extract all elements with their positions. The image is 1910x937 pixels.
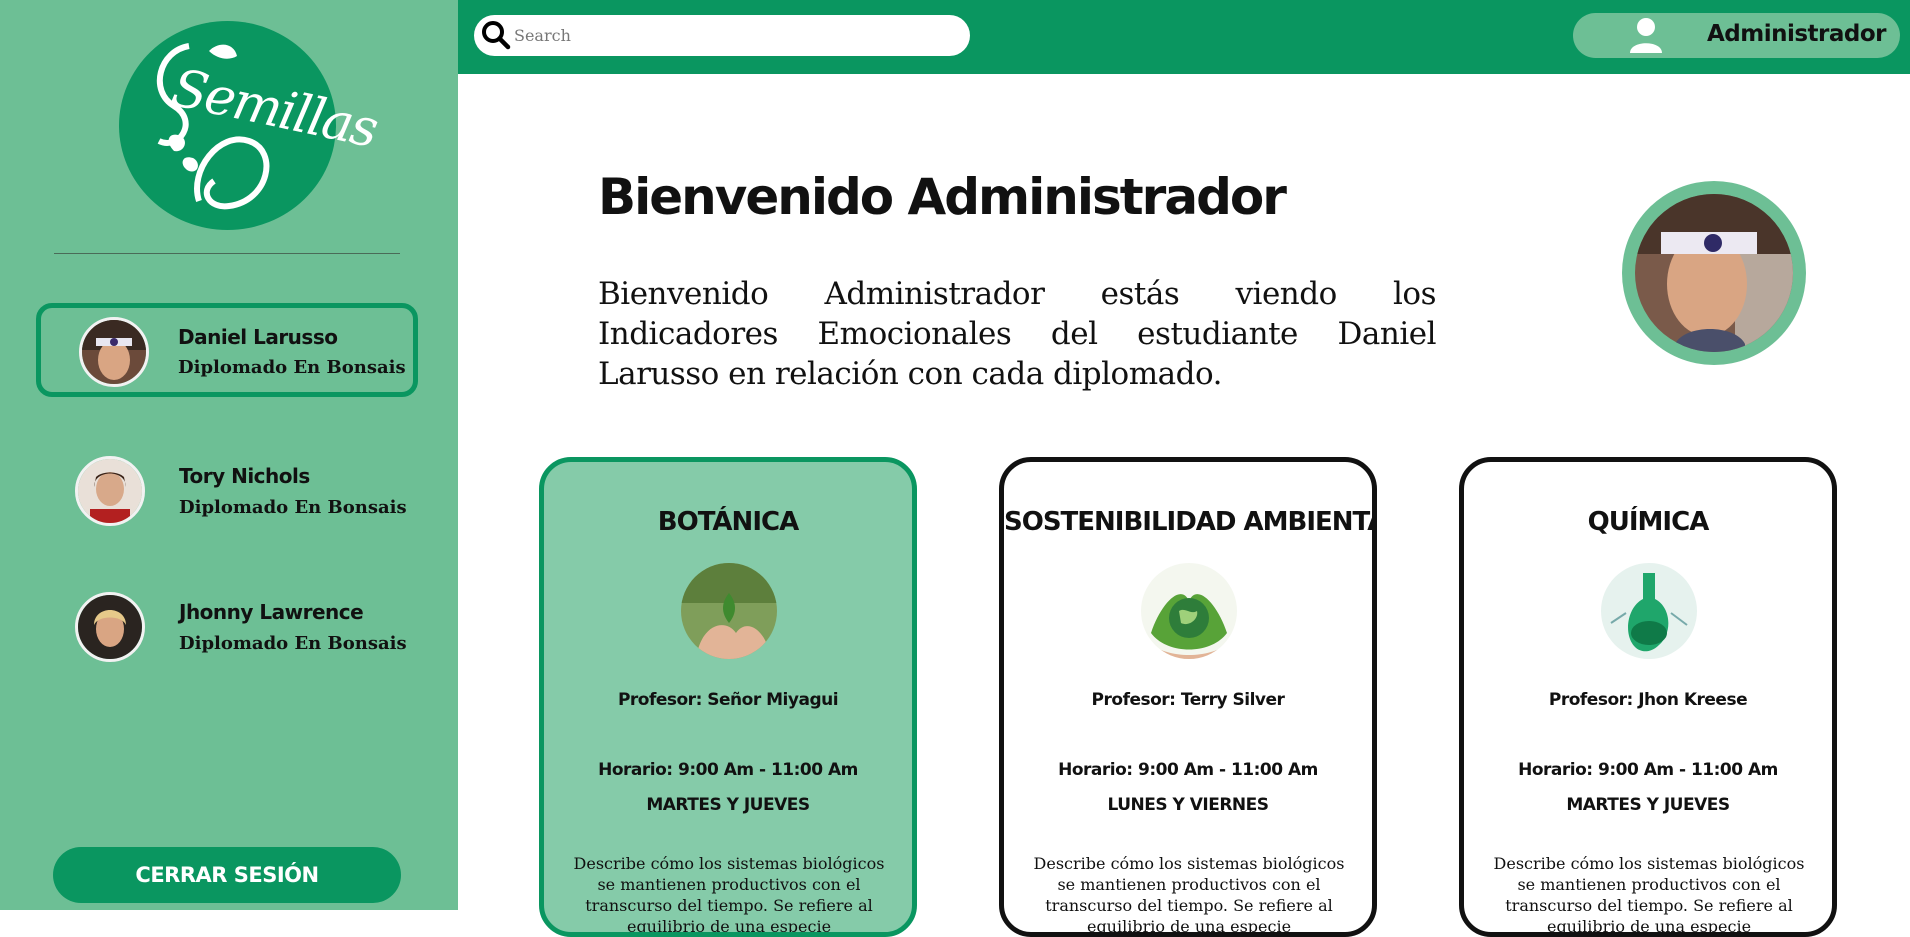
- course-title: QUÍMICA: [1587, 507, 1710, 537]
- search-bar[interactable]: [474, 15, 970, 56]
- student-item-daniel-larusso[interactable]: Daniel Larusso Diplomado En Bonsais: [36, 303, 418, 397]
- student-course: Diplomado En Bonsais: [178, 357, 406, 378]
- profile-photo: [1622, 181, 1806, 365]
- student-item-tory-nichols[interactable]: Tory Nichols Diplomado En Bonsais: [36, 448, 418, 542]
- course-title: BOTÁNICA: [657, 507, 799, 537]
- logout-button[interactable]: CERRAR SESIÓN: [53, 847, 401, 903]
- welcome-text: Bienvenido Administrador estás viendo lo…: [598, 276, 1437, 392]
- course-professor: Profesor: Jhon Kreese: [1548, 690, 1748, 710]
- student-name: Tory Nichols: [179, 464, 310, 488]
- user-icon: [1630, 18, 1662, 53]
- course-schedule: Horario: 9:00 Am - 11:00 Am: [1058, 760, 1318, 780]
- user-menu[interactable]: Administrador: [1573, 13, 1900, 58]
- course-days: LUNES Y VIERNES: [1107, 795, 1269, 815]
- course-description: Describe cómo los sistemas biológicos se…: [1033, 854, 1345, 936]
- student-course: Diplomado En Bonsais: [179, 633, 407, 654]
- avatar: [75, 456, 145, 526]
- user-label: Administrador: [1707, 21, 1887, 47]
- sidebar-divider: [54, 253, 400, 254]
- course-professor: Profesor: Señor Miyagui: [617, 690, 839, 710]
- search-input[interactable]: [514, 22, 954, 48]
- course-card-sostenibilidad-ambiental[interactable]: SOSTENIBILIDAD AMBIENTAL Profesor: Terry…: [999, 457, 1377, 937]
- avatar: [1635, 194, 1793, 352]
- page-title: Bienvenido Administrador: [598, 168, 1287, 226]
- course-card-quimica[interactable]: QUÍMICA Profesor: Jhon Kreese Horario: 9…: [1459, 457, 1837, 937]
- course-days: MARTES Y JUEVES: [1566, 795, 1730, 815]
- avatar: [75, 592, 145, 662]
- student-name: Daniel Larusso: [178, 325, 338, 349]
- student-item-jhonny-lawrence[interactable]: Jhonny Lawrence Diplomado En Bonsais: [36, 584, 418, 678]
- course-title: SOSTENIBILIDAD AMBIENTAL: [1004, 507, 1377, 537]
- student-name: Jhonny Lawrence: [179, 600, 364, 624]
- course-image: [681, 563, 777, 659]
- student-course: Diplomado En Bonsais: [179, 497, 407, 518]
- top-bar: Administrador: [458, 0, 1910, 74]
- course-image: [1141, 563, 1237, 659]
- course-schedule: Horario: 9:00 Am - 11:00 Am: [1518, 760, 1778, 780]
- course-days: MARTES Y JUEVES: [646, 795, 810, 815]
- avatar: [79, 317, 149, 387]
- search-icon: [482, 21, 511, 50]
- course-card-botanica[interactable]: BOTÁNICA Profesor: Señor Miyagui Horario…: [539, 457, 917, 937]
- course-professor: Profesor: Terry Silver: [1091, 690, 1285, 710]
- course-description: Describe cómo los sistemas biológicos se…: [1493, 854, 1805, 936]
- logo: Semillas: [119, 21, 382, 230]
- course-image: [1601, 563, 1697, 659]
- course-schedule: Horario: 9:00 Am - 11:00 Am: [598, 760, 858, 780]
- course-description: Describe cómo los sistemas biológicos se…: [573, 854, 885, 936]
- sidebar: Semillas Daniel Larusso Diplomado En Bon…: [0, 0, 458, 910]
